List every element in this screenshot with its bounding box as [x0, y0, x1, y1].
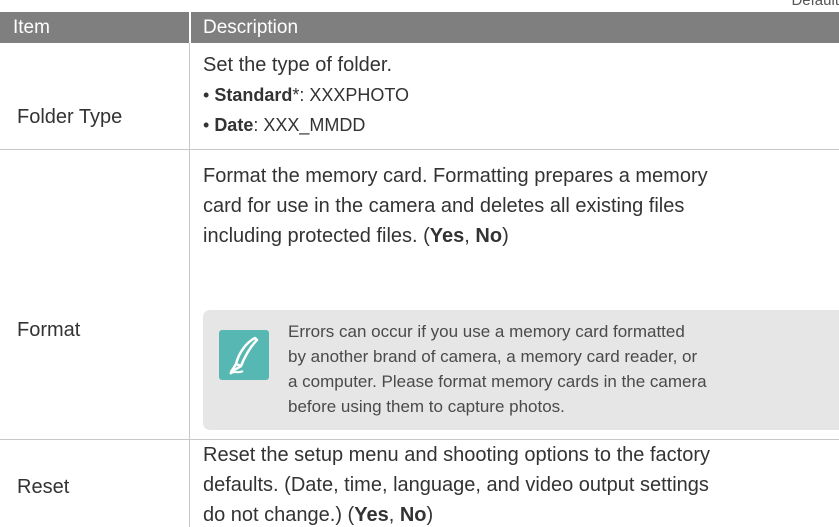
bullet-term: Standard: [214, 85, 293, 105]
note-box: Errors can occur if you use a memory car…: [203, 310, 839, 430]
row-desc-reset: Reset the setup menu and shooting option…: [203, 440, 710, 527]
bullet-value: *: XXXPHOTO: [292, 85, 410, 105]
row-desc-folder-type: Set the type of folder. • Standard*: XXX…: [203, 50, 409, 140]
desc-line: card for use in the camera and deletes a…: [203, 195, 685, 217]
desc-line: Format the memory card. Formatting prepa…: [203, 165, 708, 187]
pen-icon: [219, 330, 269, 380]
row-desc-format: Format the memory card. Formatting prepa…: [203, 161, 708, 251]
table-header: Item Description: [0, 12, 839, 43]
option-yes: Yes: [429, 225, 465, 247]
header-item: Item: [13, 17, 50, 38]
list-item: • Standard*: XXXPHOTO: [203, 85, 410, 105]
default-note: Default: [791, 0, 839, 9]
option-yes: Yes: [354, 504, 389, 526]
option-no: No: [399, 504, 427, 526]
desc-line-options: including protected files. (Yes, No): [203, 225, 509, 247]
column-divider: [189, 43, 190, 527]
desc-line: Reset the setup menu and shooting option…: [203, 444, 710, 466]
bullet-value: : XXX_MMDD: [253, 115, 366, 135]
row-label-format: Format: [17, 319, 81, 341]
list-item: • Date: XXX_MMDD: [203, 115, 366, 135]
row-label-reset: Reset: [17, 476, 70, 498]
row-divider: [0, 149, 839, 150]
header-divider: [189, 12, 191, 43]
header-description: Description: [203, 17, 299, 38]
option-no: No: [475, 225, 503, 247]
desc-line: defaults. (Date, time, language, and vid…: [203, 474, 709, 496]
bullet-term: Date: [214, 115, 254, 135]
note-text: Errors can occur if you use a memory car…: [288, 322, 707, 416]
row-label-folder-type: Folder Type: [17, 106, 123, 128]
desc-line-options: do not change.) (Yes, No): [203, 504, 434, 526]
settings-table-page: Default Item Description Folder Type Set…: [0, 0, 839, 527]
folder-type-intro: Set the type of folder.: [203, 54, 393, 76]
